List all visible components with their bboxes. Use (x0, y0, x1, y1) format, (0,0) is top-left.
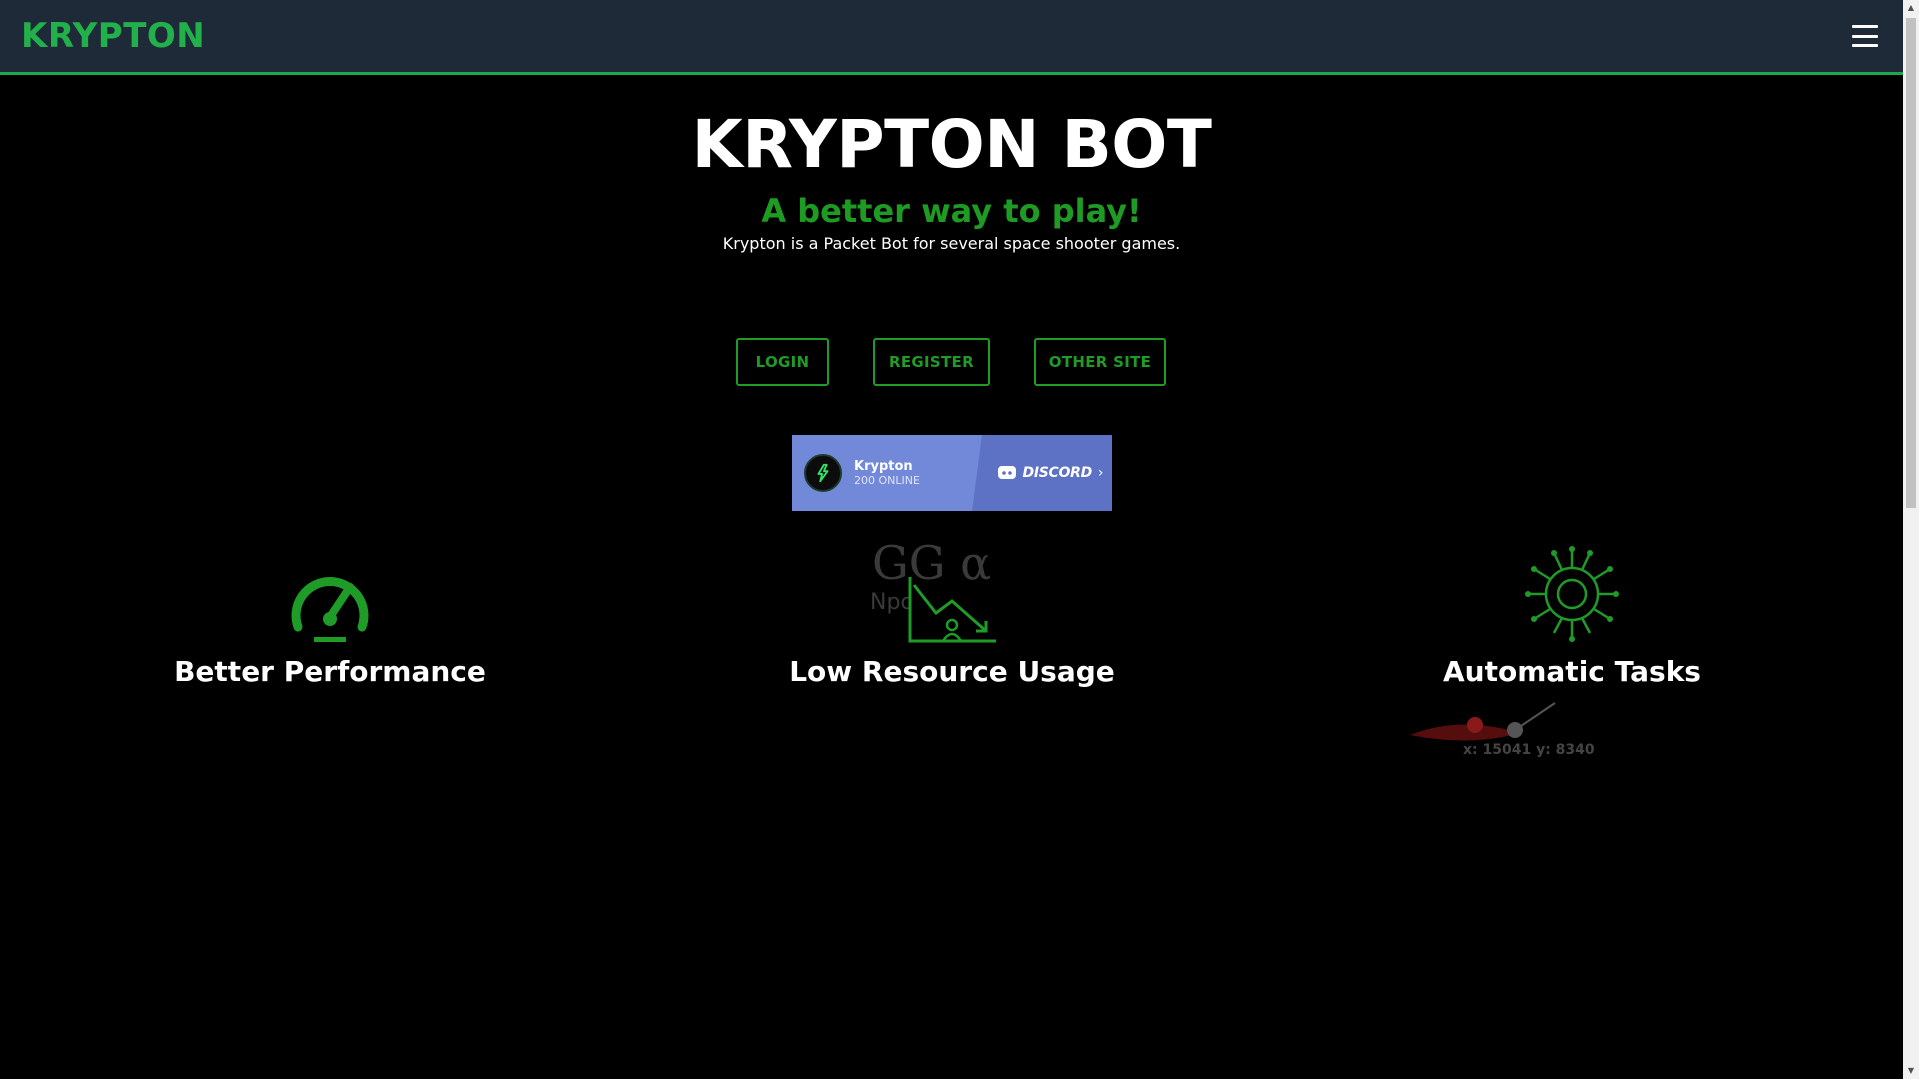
discord-server-name: Krypton (854, 458, 913, 474)
scrollbar-thumb[interactable] (1906, 18, 1916, 508)
brand-logo[interactable]: KRYPTON (21, 16, 205, 56)
krypton-logo-icon (817, 463, 829, 483)
action-buttons: LOGIN REGISTER OTHER SITE (0, 338, 1903, 387)
feature-label: Automatic Tasks (1443, 655, 1701, 688)
brain-circuit-icon (1525, 546, 1619, 642)
page-title: KRYPTON BOT (691, 106, 1212, 183)
page-scrollbar[interactable]: ▲ ▼ (1903, 0, 1919, 1079)
register-button[interactable]: REGISTER (873, 338, 990, 387)
page-description: Krypton is a Packet Bot for several spac… (722, 234, 1181, 254)
discord-widget[interactable]: Krypton 200 ONLINE DISCORD › (792, 435, 1112, 511)
server-avatar (804, 454, 842, 492)
feature-label: Low Resource Usage (789, 655, 1115, 688)
discord-online-count: 200 ONLINE (854, 474, 920, 488)
top-navbar: KRYPTON (0, 0, 1903, 75)
feature-label: Better Performance (174, 655, 486, 688)
coordinates-readout: x: 15041 y: 8340 (1463, 742, 1595, 758)
feature-low-resource-usage: Low Resource Usage (772, 535, 1132, 688)
scroll-up-arrow-icon[interactable]: ▲ (1903, 0, 1919, 16)
speedometer-icon (291, 577, 369, 642)
page-subtitle: A better way to play! (761, 192, 1142, 230)
other-site-button[interactable]: OTHER SITE (1034, 338, 1166, 387)
hamburger-menu-icon[interactable] (1852, 25, 1878, 47)
discord-label: DISCORD (1022, 465, 1093, 481)
scroll-down-arrow-icon[interactable]: ▼ (1903, 1063, 1919, 1079)
feature-automatic-tasks: Automatic Tasks (1392, 535, 1752, 688)
declining-chart-icon (908, 577, 996, 643)
discord-icon (997, 466, 1016, 479)
feature-better-performance: Better Performance (150, 535, 510, 688)
login-button[interactable]: LOGIN (736, 338, 829, 387)
chevron-right-icon: › (1097, 465, 1104, 481)
hero-section: KRYPTON BOT A better way to play! Krypto… (0, 75, 1903, 387)
discord-join-area[interactable]: DISCORD › (972, 435, 1112, 511)
